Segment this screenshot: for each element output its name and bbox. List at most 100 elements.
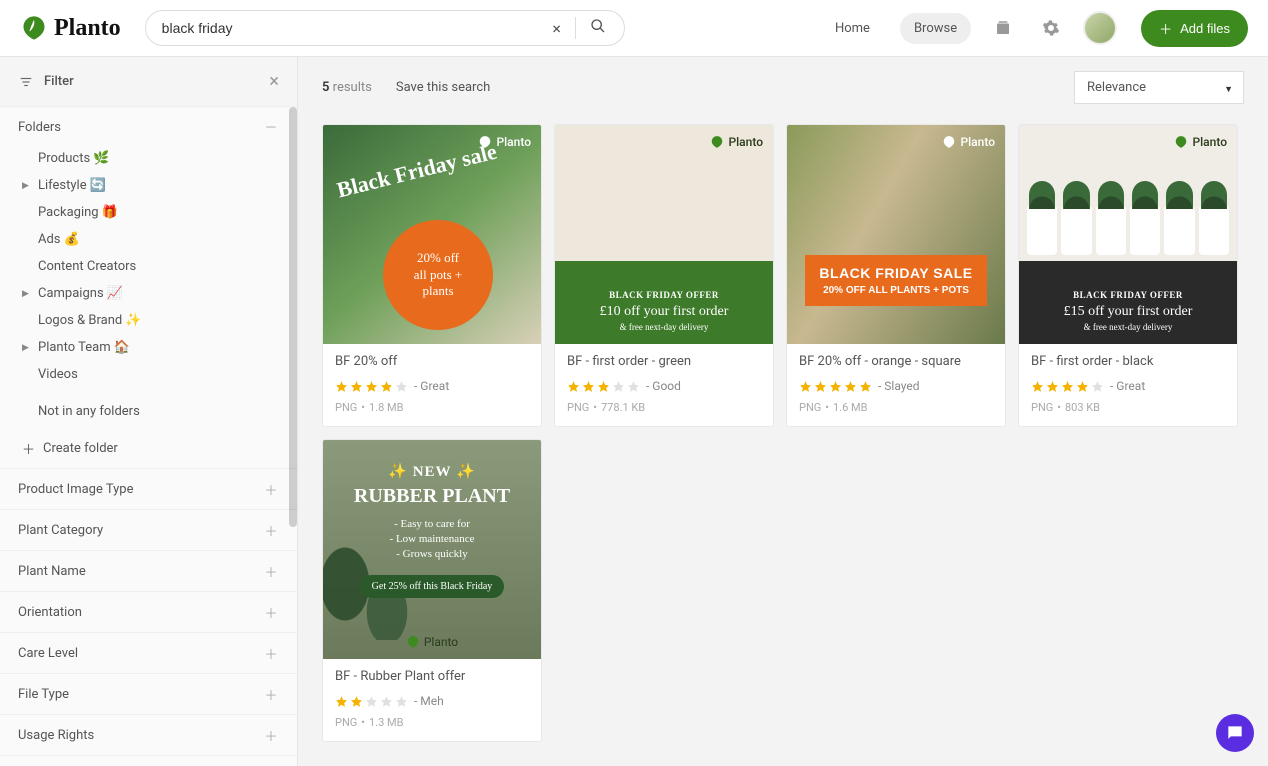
clear-icon[interactable]: × — [543, 19, 571, 38]
sidebar-folder-item[interactable]: Not in any folders — [16, 398, 291, 425]
asset-thumbnail[interactable]: Planto BLACK FRIDAY OFFER£15 off your fir… — [1019, 125, 1237, 344]
filter-section[interactable]: Orientation＋ — [0, 591, 297, 632]
thumb-content: ✨ NEW ✨RUBBER PLANT- Easy to care for- L… — [323, 462, 541, 598]
asset-thumbnail[interactable]: PlantoBLACK FRIDAY SALE20% OFF ALL PLANT… — [787, 125, 1005, 344]
filter-section[interactable]: Product Image Type＋ — [0, 468, 297, 509]
asset-thumbnail[interactable]: ✨ NEW ✨RUBBER PLANT- Easy to care for- L… — [323, 440, 541, 659]
search-icon[interactable] — [580, 18, 616, 38]
expand-icon[interactable]: ＋ — [263, 686, 279, 702]
asset-card[interactable]: PlantoBLACK FRIDAY OFFER£10 off your fir… — [554, 124, 774, 427]
star-icon — [1091, 380, 1104, 393]
create-folder-button[interactable]: ＋ Create folder — [0, 429, 297, 468]
star-icon — [365, 695, 378, 708]
collections-icon[interactable] — [987, 12, 1019, 44]
asset-card[interactable]: ✨ NEW ✨RUBBER PLANT- Easy to care for- L… — [322, 439, 542, 742]
plus-icon: ＋ — [22, 439, 35, 458]
filter-section[interactable]: File Type＋ — [0, 673, 297, 714]
search-bar[interactable]: × — [145, 10, 625, 46]
add-files-button[interactable]: ＋ Add files — [1141, 10, 1248, 47]
folder-label: Logos & Brand ✨ — [38, 313, 283, 328]
star-icon — [814, 380, 827, 393]
filter-section[interactable]: Plant Name＋ — [0, 550, 297, 591]
rating: - Slayed — [799, 379, 993, 393]
expand-icon[interactable]: ＋ — [263, 604, 279, 620]
thumb-brand: Planto — [323, 635, 541, 649]
folders-section-head[interactable]: Folders ─ — [0, 107, 297, 141]
sidebar-folder-item[interactable]: Packaging 🎁 — [16, 199, 291, 226]
star-icon — [627, 380, 640, 393]
gear-icon[interactable] — [1035, 12, 1067, 44]
folder-label: Campaigns 📈 — [38, 286, 283, 301]
asset-card[interactable]: PlantoBlack Friday sale20% offall pots +… — [322, 124, 542, 427]
close-icon[interactable]: × — [269, 71, 279, 92]
brand-logo[interactable]: Planto — [20, 14, 121, 42]
filter-section[interactable]: Plant Category ＋ — [0, 509, 297, 550]
app-header: Planto × Home Browse ＋ Add files — [0, 0, 1268, 57]
rating: - Good — [567, 379, 761, 393]
star-icon — [335, 695, 348, 708]
chevron-right-icon: ▶ — [22, 289, 29, 299]
avatar[interactable] — [1083, 11, 1117, 45]
asset-meta: PNG•778.1 KB — [567, 401, 761, 414]
star-icon — [1031, 380, 1044, 393]
filter-label: Care Level — [18, 646, 78, 661]
star-icon — [859, 380, 872, 393]
filter-sidebar: Filter × Folders ─ Products 🌿 ▶ Lifestyle … — [0, 57, 298, 766]
star-icon — [395, 695, 408, 708]
save-search-button[interactable]: Save this search — [396, 80, 490, 95]
thumb-banner: BLACK FRIDAY OFFER£15 off your first ord… — [1019, 280, 1237, 344]
sidebar-folder-item[interactable]: ▶ Lifestyle 🔄 — [16, 172, 291, 199]
sidebar-folder-item[interactable]: Videos — [16, 361, 291, 388]
expand-icon[interactable]: ＋ — [263, 563, 279, 579]
create-folder-label: Create folder — [43, 441, 118, 456]
expand-icon[interactable]: ＋ — [263, 727, 279, 743]
chat-launcher[interactable] — [1216, 714, 1254, 752]
search-input[interactable] — [162, 20, 543, 36]
expand-icon[interactable]: ＋ — [263, 522, 279, 538]
folders-title: Folders — [18, 120, 61, 135]
card-body: BF 20% off - orange - square- SlayedPNG•… — [787, 344, 1005, 426]
nav-home[interactable]: Home — [821, 13, 884, 44]
star-icon — [1061, 380, 1074, 393]
expand-icon[interactable]: ＋ — [263, 645, 279, 661]
plus-icon: ＋ — [1159, 19, 1172, 38]
asset-thumbnail[interactable]: PlantoBlack Friday sale20% offall pots +… — [323, 125, 541, 344]
folder-label: Ads 💰 — [38, 232, 283, 247]
sidebar-folder-item[interactable]: Logos & Brand ✨ — [16, 307, 291, 334]
sort-dropdown[interactable]: Relevance ▼ — [1074, 71, 1244, 104]
filter-section[interactable]: Usage Rights ＋ — [0, 714, 297, 755]
collapse-icon[interactable]: ─ — [263, 119, 279, 135]
asset-thumbnail[interactable]: PlantoBLACK FRIDAY OFFER£10 off your fir… — [555, 125, 773, 344]
star-icon — [567, 380, 580, 393]
asset-card[interactable]: PlantoBLACK FRIDAY SALE20% OFF ALL PLANT… — [786, 124, 1006, 427]
expand-icon[interactable]: ＋ — [263, 481, 279, 497]
star-icon — [380, 695, 393, 708]
folder-list: Products 🌿 ▶ Lifestyle 🔄 Packaging 🎁 Ads 💰 Co… — [0, 141, 297, 429]
chevron-right-icon: ▶ — [22, 181, 29, 191]
filter-header: Filter × — [0, 57, 297, 107]
sidebar-folder-item[interactable]: ▶Planto Team 🏠 — [16, 334, 291, 361]
chevron-down-icon: ▼ — [1224, 84, 1233, 95]
thumb-brand: Planto — [942, 135, 995, 149]
asset-title: BF - first order - black — [1031, 354, 1225, 369]
thumb-brand: Planto — [1174, 135, 1227, 149]
filter-label: Usage Rights — [18, 728, 94, 743]
sidebar-folder-item[interactable]: Content Creators — [16, 253, 291, 280]
sort-label: Relevance — [1087, 80, 1146, 95]
filter-label: Plant Category — [18, 523, 103, 538]
sidebar-folder-item[interactable]: Products 🌿 — [16, 145, 291, 172]
sidebar-folder-item[interactable]: ▶ Campaigns 📈 — [16, 280, 291, 307]
star-icon — [612, 380, 625, 393]
folder-label: Lifestyle 🔄 — [38, 178, 283, 193]
asset-card[interactable]: Planto BLACK FRIDAY OFFER£15 off your fir… — [1018, 124, 1238, 427]
sidebar-folder-item[interactable]: Ads 💰 — [16, 226, 291, 253]
card-body: BF - Rubber Plant offer- MehPNG•1.3 MB — [323, 659, 541, 741]
rating-label: - Slayed — [878, 379, 920, 393]
chat-icon — [1225, 723, 1245, 743]
nav-browse[interactable]: Browse — [900, 13, 971, 44]
asset-grid: PlantoBlack Friday sale20% offall pots +… — [298, 116, 1268, 766]
filter-section[interactable]: Expiry Date＋ — [0, 755, 297, 766]
scrollbar-thumb[interactable] — [289, 107, 297, 527]
star-icon — [380, 380, 393, 393]
filter-section[interactable]: Care Level ＋ — [0, 632, 297, 673]
